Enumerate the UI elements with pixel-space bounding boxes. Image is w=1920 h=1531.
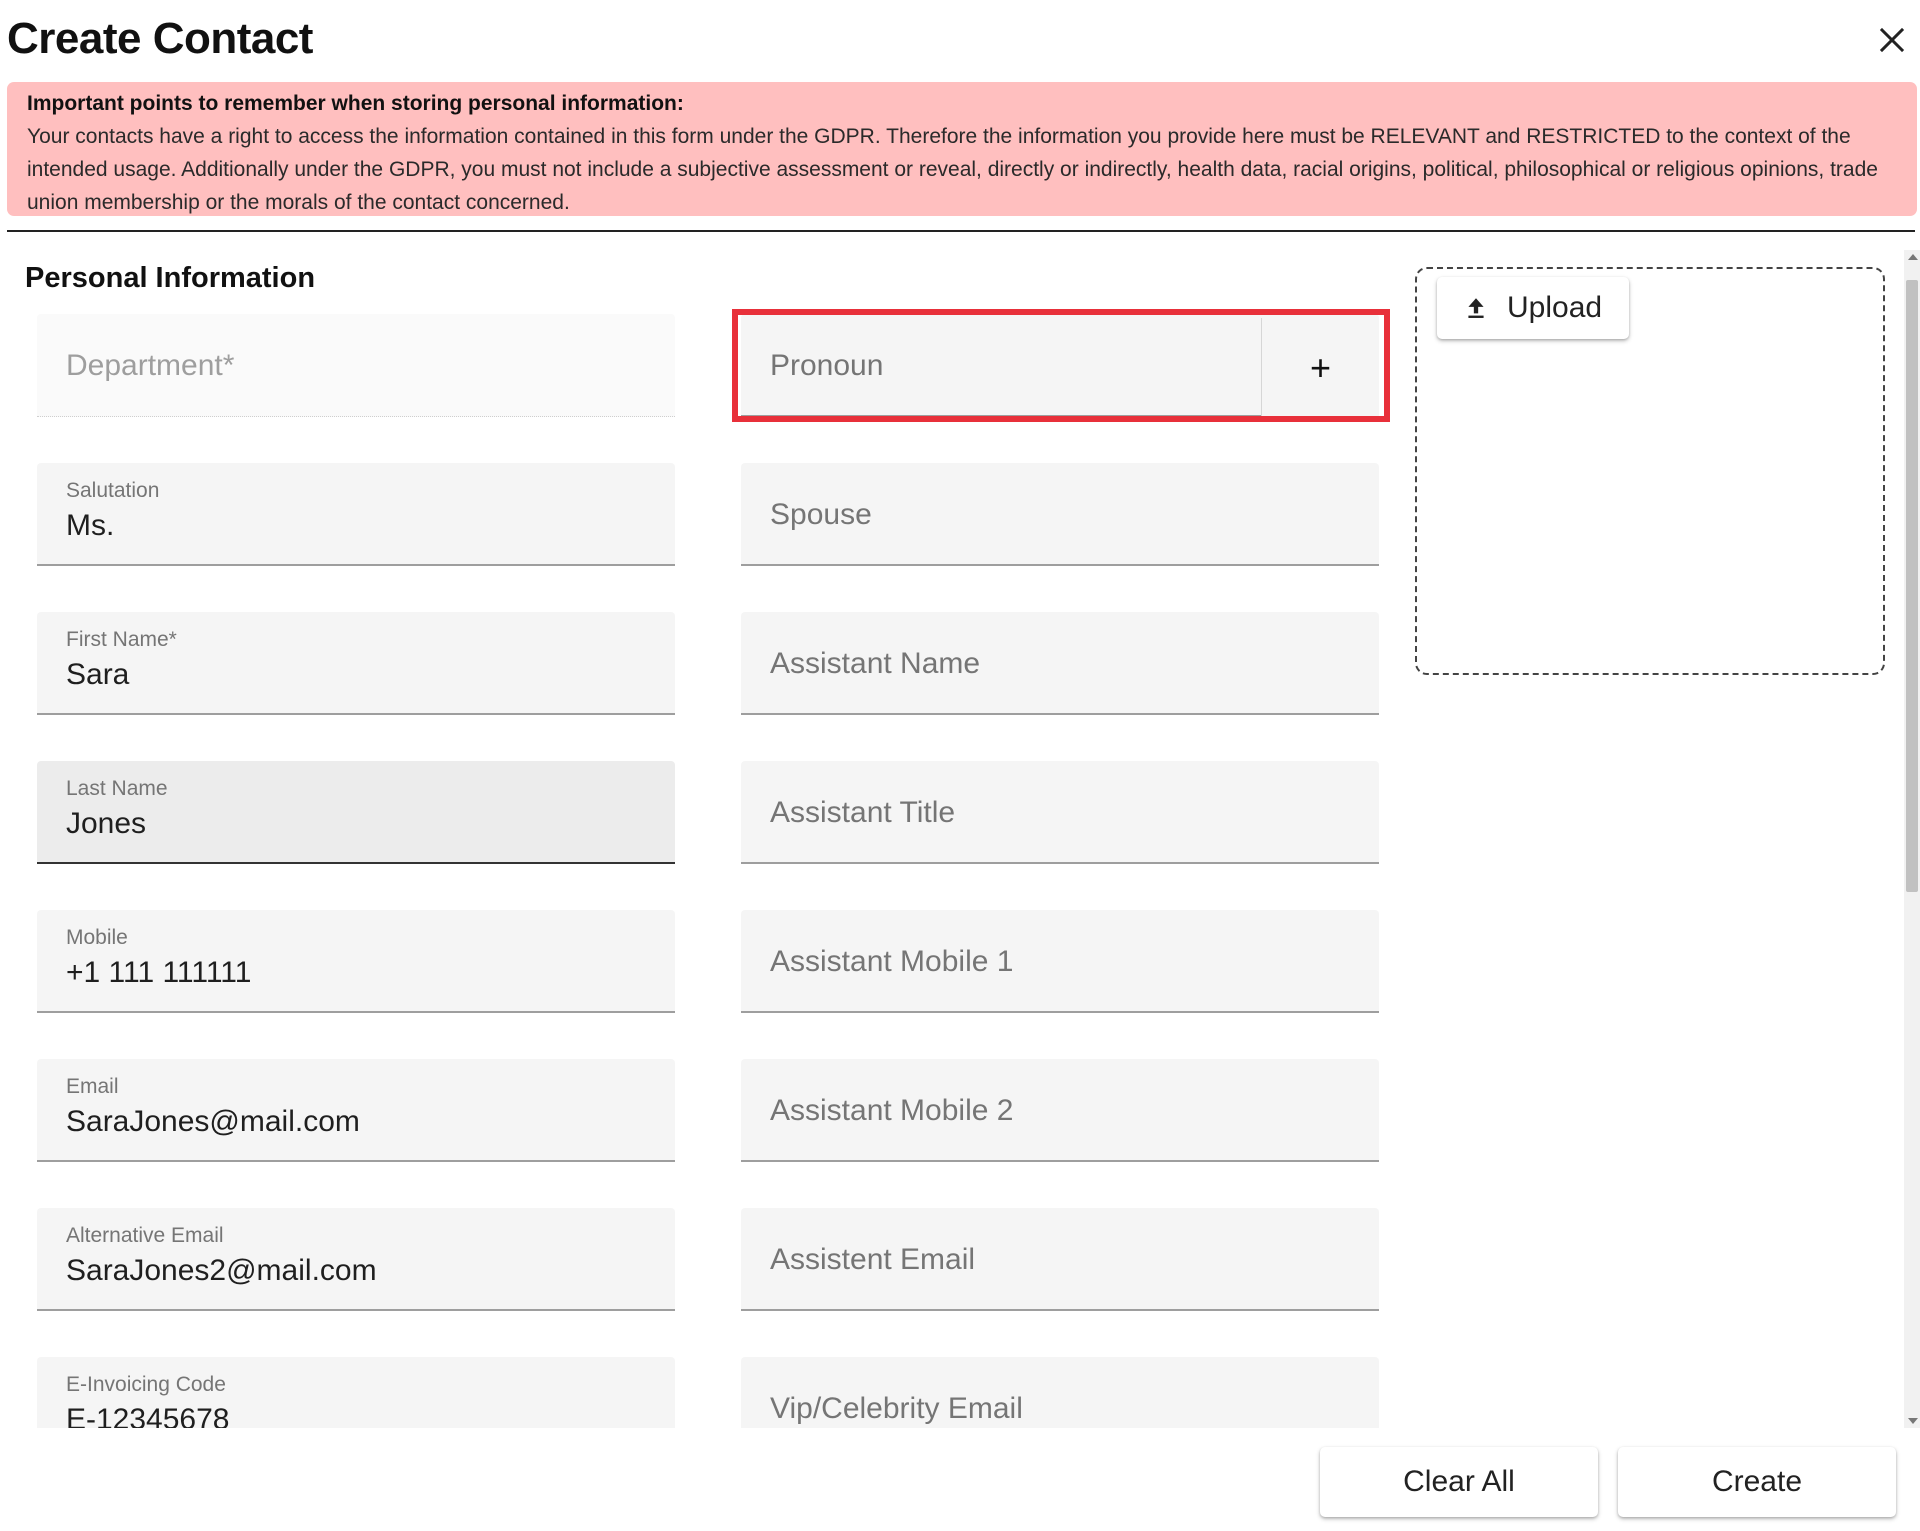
upload-button[interactable]: Upload bbox=[1437, 277, 1629, 339]
first-name-value: Sara bbox=[66, 658, 130, 691]
assistant-title-placeholder: Assistant Title bbox=[770, 796, 956, 829]
assistant-mobile-2-field[interactable]: Assistant Mobile 2 bbox=[741, 1059, 1379, 1162]
close-icon bbox=[1879, 27, 1905, 53]
e-invoicing-code-field[interactable]: E-Invoicing Code E-12345678 bbox=[37, 1357, 675, 1428]
gdpr-notice: Important points to remember when storin… bbox=[7, 82, 1917, 216]
assistant-title-field[interactable]: Assistant Title bbox=[741, 761, 1379, 864]
first-name-label: First Name* bbox=[66, 628, 177, 651]
assistant-mobile-1-placeholder: Assistant Mobile 1 bbox=[770, 945, 1014, 978]
spouse-placeholder: Spouse bbox=[770, 498, 872, 531]
vip-celebrity-email-placeholder: Vip/Celebrity Email bbox=[770, 1392, 1023, 1425]
email-label: Email bbox=[66, 1075, 119, 1098]
alternative-email-label: Alternative Email bbox=[66, 1224, 224, 1247]
spouse-field[interactable]: Spouse bbox=[741, 463, 1379, 566]
assistant-name-placeholder: Assistant Name bbox=[770, 647, 981, 680]
e-invoicing-code-label: E-Invoicing Code bbox=[66, 1373, 226, 1396]
upload-dropzone[interactable]: Upload bbox=[1415, 267, 1885, 675]
alternative-email-value: SaraJones2@mail.com bbox=[66, 1254, 377, 1287]
gdpr-notice-body: Your contacts have a right to access the… bbox=[27, 125, 1878, 214]
department-field: Department* bbox=[37, 314, 675, 417]
mobile-value: +1 111 111111 bbox=[66, 956, 252, 989]
dialog-title: Create Contact bbox=[7, 14, 313, 63]
last-name-field[interactable]: Last Name Jones bbox=[37, 761, 675, 864]
mobile-field[interactable]: Mobile +1 111 111111 bbox=[37, 910, 675, 1013]
scroll-down-arrow[interactable] bbox=[1908, 1418, 1918, 1424]
divider bbox=[7, 230, 1915, 232]
vip-celebrity-email-field[interactable]: Vip/Celebrity Email bbox=[741, 1357, 1379, 1428]
assistant-mobile-1-field[interactable]: Assistant Mobile 1 bbox=[741, 910, 1379, 1013]
upload-label: Upload bbox=[1507, 291, 1603, 324]
close-button[interactable] bbox=[1852, 10, 1920, 70]
assistant-email-field[interactable]: Assistent Email bbox=[741, 1208, 1379, 1311]
upload-icon bbox=[1468, 298, 1484, 318]
email-value: SaraJones@mail.com bbox=[66, 1105, 360, 1138]
email-field[interactable]: Email SaraJones@mail.com bbox=[37, 1059, 675, 1162]
department-placeholder: Department* bbox=[66, 349, 235, 382]
form-scrollbar[interactable] bbox=[1904, 250, 1920, 1428]
section-title: Personal Information bbox=[25, 262, 316, 294]
scrollbar-thumb[interactable] bbox=[1906, 280, 1918, 892]
last-name-value: Jones bbox=[66, 807, 147, 840]
create-button[interactable]: Create bbox=[1618, 1447, 1896, 1517]
first-name-field[interactable]: First Name* Sara bbox=[37, 612, 675, 715]
gdpr-notice-heading: Important points to remember when storin… bbox=[27, 92, 684, 115]
salutation-value: Ms. bbox=[66, 509, 115, 542]
mobile-label: Mobile bbox=[66, 926, 128, 949]
salutation-label: Salutation bbox=[66, 479, 160, 502]
assistant-email-placeholder: Assistent Email bbox=[770, 1243, 976, 1276]
e-invoicing-code-value: E-12345678 bbox=[66, 1403, 230, 1428]
salutation-field[interactable]: Salutation Ms. bbox=[37, 463, 675, 566]
alternative-email-field[interactable]: Alternative Email SaraJones2@mail.com bbox=[37, 1208, 675, 1311]
last-name-label: Last Name bbox=[66, 777, 168, 800]
assistant-name-field[interactable]: Assistant Name bbox=[741, 612, 1379, 715]
clear-all-button[interactable]: Clear All bbox=[1320, 1447, 1598, 1517]
scroll-up-arrow[interactable] bbox=[1908, 254, 1918, 260]
pronoun-highlight bbox=[732, 309, 1390, 422]
assistant-mobile-2-placeholder: Assistant Mobile 2 bbox=[770, 1094, 1014, 1127]
